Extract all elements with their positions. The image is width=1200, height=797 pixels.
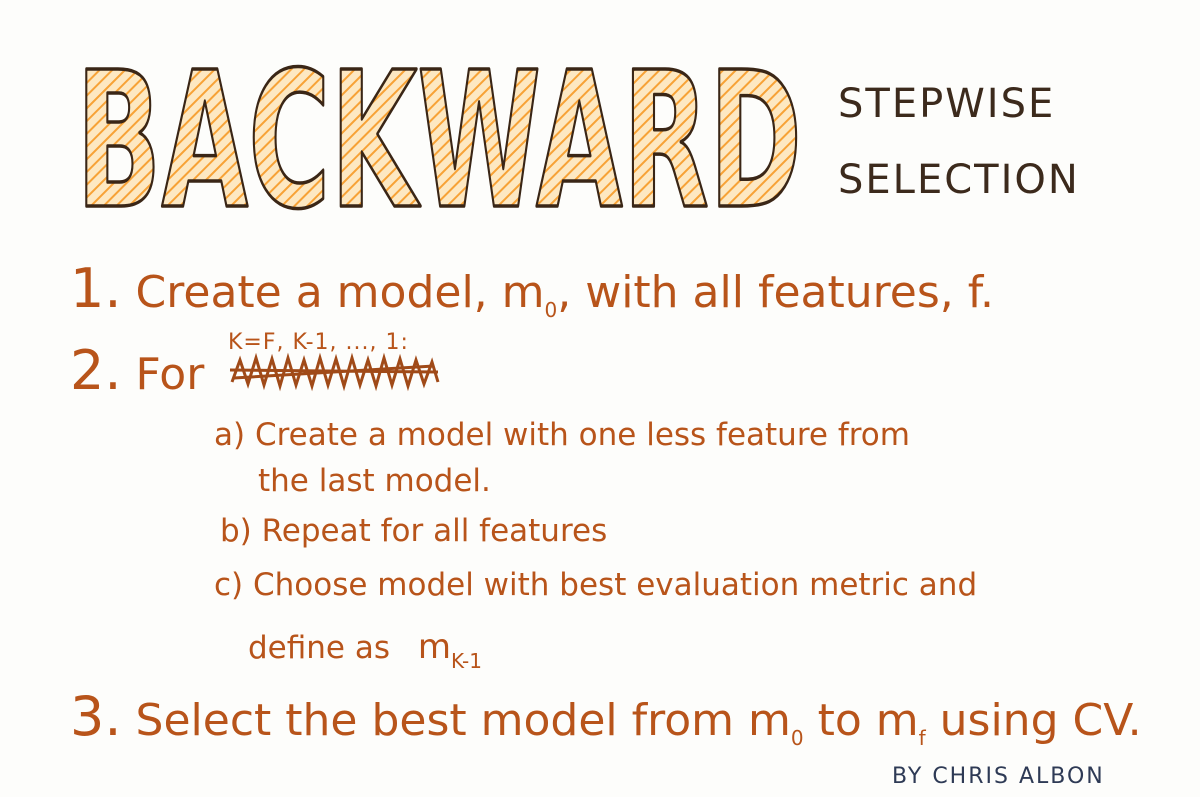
step-2a-line1: a) Create a model with one less feature …	[214, 420, 910, 451]
step-2a-label: a)	[214, 417, 246, 453]
sketch-card: BACKWARD STEPWISE SELECTION 1. Create a …	[0, 0, 1200, 797]
step-1-subscript: 0	[544, 298, 558, 322]
step-3-sub2: f	[918, 726, 926, 750]
step-2b-label: b)	[220, 513, 252, 549]
step-2c-math-sub: K-1	[450, 649, 482, 673]
step-2a-line2: the last model.	[258, 463, 491, 499]
subtitle-line2: SELECTION	[838, 157, 1080, 203]
step-2c-math: m	[417, 627, 451, 667]
step-2-text: For	[135, 349, 205, 400]
step-2b: b) Repeat for all features	[220, 516, 607, 547]
step-2a-text: Create a model with one less feature fro…	[254, 417, 910, 453]
step-3-number: 3.	[70, 685, 122, 748]
step-3-text: Select the best model from m	[135, 695, 791, 746]
step-2c-line2: define as mK-1	[248, 627, 482, 671]
scribble-mark	[229, 352, 440, 392]
title-backward: BACKWARD	[74, 60, 804, 220]
step-1-text: Create a model, m	[135, 267, 545, 318]
step-2b-text: Repeat for all features	[261, 513, 608, 549]
step-2c-label: c)	[214, 567, 244, 603]
step-2: 2. For	[70, 344, 204, 398]
step-3-mid: to m	[803, 695, 919, 746]
step-2-range: K=F, K-1, ..., 1:	[228, 330, 409, 355]
step-1: 1. Create a model, m0, with all features…	[70, 262, 994, 321]
subtitle-line1: STEPWISE	[838, 81, 1056, 127]
step-1-text-after: , with all features, f.	[557, 267, 994, 318]
step-2c-line1: c) Choose model with best evaluation met…	[214, 570, 977, 601]
title-text: BACKWARD	[76, 60, 802, 220]
step-3-after: using CV.	[925, 695, 1142, 746]
step-2c-text: Choose model with best evaluation metric…	[253, 567, 978, 603]
step-2-number: 2.	[70, 339, 122, 402]
byline: BY CHRIS ALBON	[892, 764, 1105, 789]
step-1-number: 1.	[70, 257, 122, 320]
step-3-sub: 0	[790, 726, 804, 750]
step-2c-define: define as	[248, 630, 390, 666]
step-3: 3. Select the best model from m0 to mf u…	[70, 690, 1142, 749]
